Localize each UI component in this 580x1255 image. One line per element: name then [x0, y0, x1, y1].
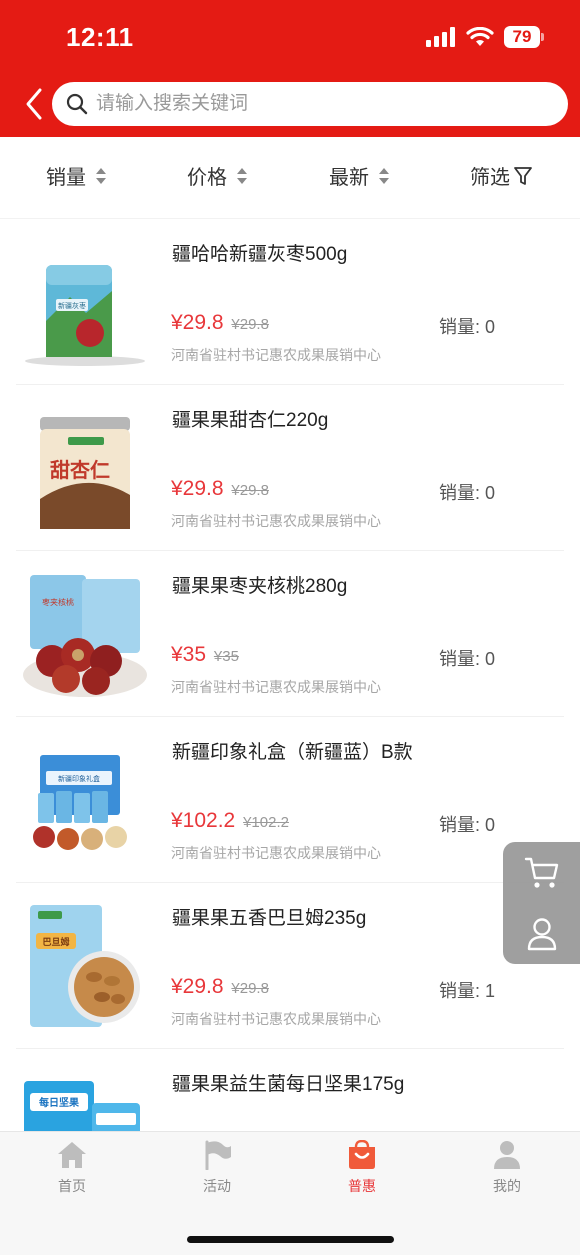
sort-sales[interactable]: 销量 [46, 161, 108, 190]
chevron-left-icon [26, 88, 42, 120]
signal-icon [426, 27, 455, 47]
sort-price[interactable]: 价格 [187, 161, 249, 190]
tab-puhui[interactable]: 普惠 [312, 1140, 412, 1196]
product-original-price: ¥102.2 [243, 814, 289, 831]
product-image: 新疆灰枣 [25, 265, 145, 366]
home-indicator [187, 1236, 394, 1243]
product-name: 疆果果甜杏仁220g [172, 410, 329, 431]
sort-arrows-icon [96, 167, 106, 184]
tab-mine[interactable]: 我的 [457, 1140, 557, 1196]
product-image: 枣夹核桃 [23, 575, 147, 697]
product-list: 新疆灰枣 疆哈哈新疆灰枣500g ¥29.8 ¥29.8 销量: 0 河南省驻村… [0, 219, 580, 1131]
sort-sales-label: 销量 [46, 167, 86, 189]
product-sales: 销量: 0 [439, 815, 496, 835]
tab-home-label: 首页 [58, 1178, 86, 1194]
status-icons: 79 [426, 26, 544, 48]
tab-puhui-label: 普惠 [348, 1178, 376, 1194]
product-image-text: 新疆印象礼盒 [58, 774, 100, 783]
flag-icon [205, 1140, 231, 1170]
product-item[interactable]: 新疆印象礼盒 新疆印象礼盒（新疆蓝）B款 ¥102.2 ¥102.2 销量: 0… [16, 717, 564, 883]
product-image-text: 每日坚果 [39, 1096, 80, 1109]
cart-button[interactable] [503, 842, 580, 903]
product-image: 每日坚果 [24, 1081, 140, 1131]
sort-arrows-icon [237, 167, 247, 184]
product-item[interactable]: 每日坚果 疆果果益生菌每日坚果175g [16, 1049, 564, 1131]
sort-arrows-icon [379, 167, 389, 184]
product-name: 疆果果益生菌每日坚果175g [172, 1074, 405, 1095]
product-item[interactable]: 巴旦姆 疆果果五香巴旦姆235g ¥29.8 ¥29.8 销量: 1 河南省驻村… [16, 883, 564, 1049]
product-sales: 销量: 0 [439, 649, 496, 669]
sort-filter[interactable]: 筛选 [470, 161, 534, 190]
user-icon [494, 1141, 520, 1169]
product-price-row: ¥29.8 ¥29.8 [171, 477, 269, 501]
user-icon [527, 917, 556, 950]
product-image: 新疆印象礼盒 [33, 755, 127, 850]
product-original-price: ¥29.8 [231, 980, 269, 997]
search-bar[interactable] [52, 82, 568, 126]
sort-bar: 销量 价格 最新 筛选 [0, 137, 580, 219]
product-store: 河南省驻村书记惠农成果展销中心 [171, 513, 381, 529]
product-name: 疆果果五香巴旦姆235g [172, 908, 367, 929]
product-sales: 销量: 1 [439, 981, 496, 1001]
battery-indicator: 79 [504, 26, 544, 48]
top-header: 12:11 79 [0, 0, 580, 137]
filter-icon [514, 166, 532, 185]
back-button[interactable] [20, 86, 48, 122]
product-price: ¥102.2 [171, 809, 236, 832]
tab-mine-label: 我的 [493, 1178, 521, 1194]
product-original-price: ¥35 [213, 648, 239, 665]
product-sales: 销量: 0 [439, 483, 496, 503]
product-image-text: 甜杏仁 [50, 458, 110, 482]
sort-price-label: 价格 [187, 167, 227, 189]
cart-icon [524, 857, 558, 888]
sort-newest[interactable]: 最新 [329, 161, 391, 190]
product-item[interactable]: 甜杏仁 疆果果甜杏仁220g ¥29.8 ¥29.8 销量: 0 河南省驻村书记… [16, 385, 564, 551]
product-image-text: 巴旦姆 [42, 936, 69, 947]
product-price-row: ¥35 ¥35 [171, 643, 239, 667]
product-price-row: ¥29.8 ¥29.8 [171, 311, 269, 335]
sort-newest-label: 最新 [329, 167, 369, 189]
product-price: ¥29.8 [171, 311, 224, 334]
home-icon [58, 1142, 86, 1168]
tab-activity-label: 活动 [203, 1178, 231, 1194]
product-name: 疆哈哈新疆灰枣500g [172, 244, 348, 265]
product-image-text: 新疆灰枣 [58, 301, 86, 310]
search-icon [66, 93, 88, 115]
product-store: 河南省驻村书记惠农成果展销中心 [171, 679, 381, 695]
product-store: 河南省驻村书记惠农成果展销中心 [171, 1011, 381, 1027]
floating-shortcuts [503, 842, 580, 964]
search-input[interactable] [96, 93, 516, 115]
product-item[interactable]: 枣夹核桃 疆果果枣夹核桃280g ¥35 ¥35 销量: 0 河南省驻村书记惠农… [16, 551, 564, 717]
wifi-icon [466, 27, 494, 46]
tab-activity[interactable]: 活动 [167, 1140, 267, 1196]
profile-shortcut-button[interactable] [503, 903, 580, 964]
product-store: 河南省驻村书记惠农成果展销中心 [171, 845, 381, 861]
product-original-price: ¥29.8 [231, 482, 269, 499]
product-image: 甜杏仁 [40, 417, 130, 529]
status-time: 12:11 [66, 22, 134, 52]
product-price: ¥35 [171, 643, 207, 666]
product-price-row: ¥29.8 ¥29.8 [171, 975, 269, 999]
product-image-text: 枣夹核桃 [42, 597, 74, 607]
product-price-row: ¥102.2 ¥102.2 [171, 809, 289, 833]
tab-home[interactable]: 首页 [22, 1140, 122, 1196]
product-price: ¥29.8 [171, 975, 224, 998]
product-store: 河南省驻村书记惠农成果展销中心 [171, 347, 381, 363]
sort-filter-label: 筛选 [470, 167, 510, 189]
product-price: ¥29.8 [171, 477, 224, 500]
product-original-price: ¥29.8 [231, 316, 269, 333]
product-name: 疆果果枣夹核桃280g [172, 576, 348, 597]
product-image: 巴旦姆 [30, 905, 140, 1027]
product-name: 新疆印象礼盒（新疆蓝）B款 [172, 742, 413, 763]
shopping-bag-icon [349, 1140, 375, 1169]
product-item[interactable]: 新疆灰枣 疆哈哈新疆灰枣500g ¥29.8 ¥29.8 销量: 0 河南省驻村… [16, 219, 564, 385]
product-sales: 销量: 0 [439, 317, 496, 337]
